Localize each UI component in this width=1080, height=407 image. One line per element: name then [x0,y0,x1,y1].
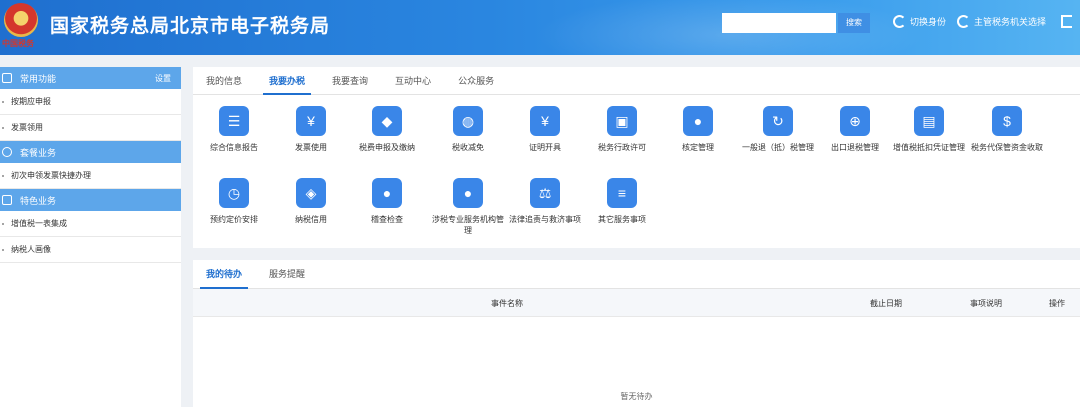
service-tile-label: 增值税抵扣凭证管理 [893,143,965,152]
column-header-event: 事件名称 [491,299,523,308]
service-tile[interactable]: ● 核定管理 [660,106,736,153]
switch-authority-label: 主管税务机关选择 [974,17,1047,27]
star-icon [2,195,12,205]
service-tile[interactable]: ↻ 一般退（抵）税管理 [740,106,816,153]
service-tile[interactable]: ¥ 证明开具 [507,106,583,153]
invoice-icon: ¥ [296,106,326,136]
service-tile[interactable]: ◆ 税费申报及缴纳 [349,106,425,153]
settings-link[interactable]: 设置 [155,73,171,84]
report-icon: ☰ [219,106,249,136]
service-tile[interactable]: ≡ 其它服务事项 [584,178,660,225]
todo-table-header: 事件名称 截止日期 事项说明 操作 [193,289,1080,317]
sidebar-item[interactable]: 按期应申报 [0,89,181,115]
search-input[interactable] [722,13,836,33]
tab-tax-handling[interactable]: 我要办税 [263,67,312,95]
service-tile[interactable]: ◈ 纳税信用 [273,178,349,225]
sidebar-section-common[interactable]: 常用功能 设置 [0,67,181,89]
service-tile[interactable]: ▤ 增值税抵扣凭证管理 [891,106,967,153]
switch-authority-link[interactable]: 主管税务机关选择 [957,15,1046,28]
service-panel: 我的信息 我要办税 我要查询 互动中心 公众服务 ☰ 综合信息报告 ¥ 发票使用 ◆ 税费… [193,67,1080,248]
declare-icon: ◆ [372,106,402,136]
service-tile-label: 发票使用 [295,143,327,152]
site-title: 国家税务总局北京市电子税务局 [50,15,331,37]
logout-icon [1061,15,1072,28]
law-icon: ⚖ [530,178,560,208]
empty-state-text: 暂无待办 [620,392,653,401]
agency-icon: ● [453,178,483,208]
tax-emblem-icon [4,3,38,37]
service-tile-label: 法律追责与救济事项 [509,215,581,224]
service-tile-label: 其它服务事项 [598,215,646,224]
emblem-text: 中国税务 [2,38,34,48]
custody-fund-icon: $ [992,106,1022,136]
top-header: 中国税务 国家税务总局北京市电子税务局 搜索 切换身份 主管税务机关选择 [0,0,1080,55]
column-header-action: 操作 [1049,299,1065,308]
verify-icon: ● [683,106,713,136]
sidebar-section-label: 套餐业务 [20,147,57,158]
service-tile[interactable]: ▣ 税务行政许可 [584,106,660,153]
pricing-icon: ◷ [219,178,249,208]
todo-panel: 我的待办 服务提醒 事件名称 截止日期 事项说明 操作 暂无待办 [193,260,1080,407]
main-tabs: 我的信息 我要办税 我要查询 互动中心 公众服务 [193,67,1080,95]
service-tile-label: 税费申报及缴纳 [359,143,415,152]
service-tile-label: 纳税信用 [295,215,327,224]
refund-icon: ↻ [763,106,793,136]
leaf-icon [2,147,12,157]
service-tile[interactable]: ◷ 预约定价安排 [196,178,272,225]
service-tile[interactable]: ● 稽查检查 [349,178,425,225]
tab-interaction[interactable]: 互动中心 [395,67,431,94]
tab-my-info[interactable]: 我的信息 [206,67,242,94]
service-tile-label: 综合信息报告 [210,143,258,152]
sidebar-item[interactable]: 初次申领发票快捷办理 [0,163,181,189]
column-header-deadline: 截止日期 [870,299,902,308]
service-tile[interactable]: ◍ 税收减免 [430,106,506,153]
service-tile-label: 稽查检查 [371,215,403,224]
service-tile-label: 涉税专业服务机构管理 [432,215,504,235]
service-tile[interactable]: ● 涉税专业服务机构管理 [430,178,506,236]
tab-service-reminder[interactable]: 服务提醒 [269,260,305,288]
sidebar-section-package[interactable]: 套餐业务 [0,141,181,163]
tab-public-service[interactable]: 公众服务 [458,67,494,94]
export-refund-icon: ⊕ [840,106,870,136]
sidebar-section-label: 特色业务 [20,195,57,206]
service-tile-label: 税收减免 [452,143,484,152]
logout-link[interactable] [1061,15,1072,28]
tab-my-todo[interactable]: 我的待办 [199,260,249,289]
service-tile[interactable]: $ 税务代保管资金收取 [969,106,1045,153]
sidebar-item[interactable]: 增值税一表集成 [0,211,181,237]
service-tile-label: 一般退（抵）税管理 [742,143,814,152]
service-tile-label: 出口退税管理 [831,143,879,152]
service-tile[interactable]: ⊕ 出口退税管理 [817,106,893,153]
switch-identity-label: 切换身份 [910,17,947,27]
service-tile[interactable]: ¥ 发票使用 [273,106,349,153]
service-tile-label: 税务行政许可 [598,143,646,152]
refresh-icon [893,15,906,28]
tab-query[interactable]: 我要查询 [332,67,368,94]
column-header-description: 事项说明 [970,299,1002,308]
certificate-icon: ¥ [530,106,560,136]
service-tile[interactable]: ☰ 综合信息报告 [196,106,272,153]
todo-tabs: 我的待办 服务提醒 [193,260,1080,289]
service-tile-label: 税务代保管资金收取 [971,143,1043,152]
credit-icon: ◈ [296,178,326,208]
inspection-icon: ● [372,178,402,208]
switch-identity-link[interactable]: 切换身份 [893,15,946,28]
service-tile-label: 预约定价安排 [210,215,258,224]
refresh-icon [957,15,970,28]
vat-deduction-icon: ▤ [914,106,944,136]
service-tile[interactable]: ⚖ 法律追责与救济事项 [507,178,583,225]
license-icon: ▣ [607,106,637,136]
sidebar-item[interactable]: 发票领用 [0,115,181,141]
sidebar: 常用功能 设置 按期应申报 发票领用 套餐业务 初次申领发票快捷办理 特色业务 … [0,67,181,407]
sidebar-section-special[interactable]: 特色业务 [0,189,181,211]
sidebar-item[interactable]: 纳税人画像 [0,237,181,263]
service-tile-label: 证明开具 [529,143,561,152]
service-tile-label: 核定管理 [682,143,714,152]
grid-icon [2,73,12,83]
search-button[interactable]: 搜索 [838,13,870,33]
tax-relief-icon: ◍ [453,106,483,136]
other-services-icon: ≡ [607,178,637,208]
sidebar-section-label: 常用功能 [20,73,57,84]
